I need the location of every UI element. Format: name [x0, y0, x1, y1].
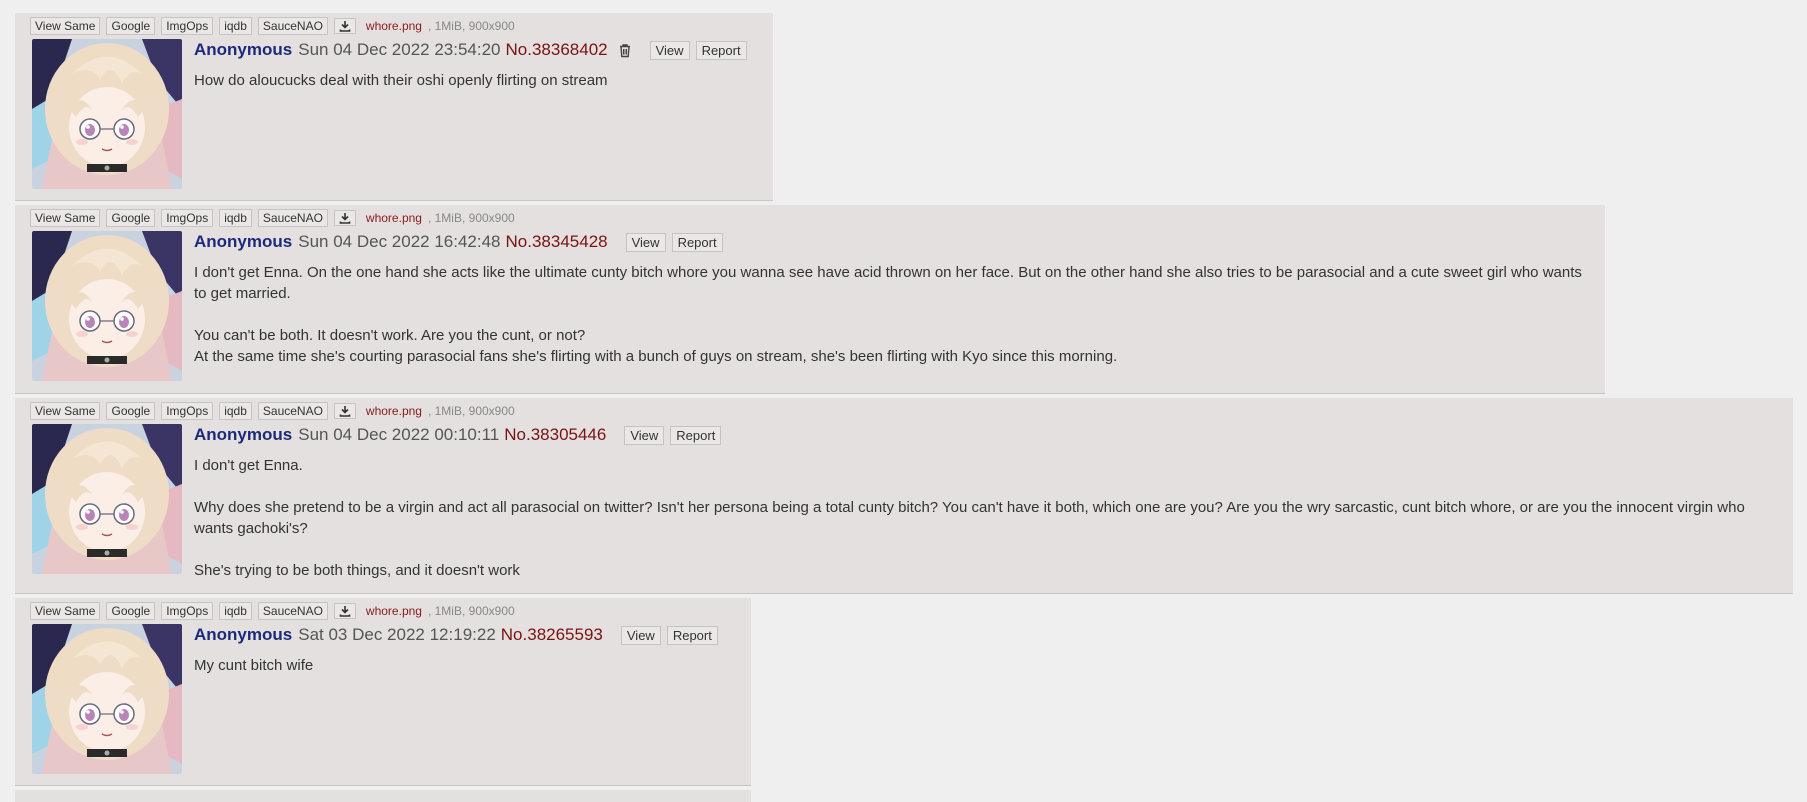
- post: View Same Google ImgOps iqdb SauceNAO wh…: [15, 205, 1605, 394]
- post-thumbnail[interactable]: [32, 231, 182, 381]
- view-same-button[interactable]: View Same: [30, 17, 101, 35]
- post-text-line: I don't get Enna. On the one hand she ac…: [194, 264, 1582, 302]
- post-body: I don't get Enna. Why does she pretend t…: [194, 455, 1779, 581]
- report-button[interactable]: Report: [666, 625, 718, 645]
- post-text-line: She's trying to be both things, and it d…: [194, 562, 520, 579]
- saucenao-button[interactable]: SauceNAO: [257, 402, 328, 420]
- post-header: Anonymous Sun 04 Dec 2022 23:54:20 No.38…: [194, 40, 747, 60]
- trash-icon[interactable]: [618, 43, 632, 58]
- post-thumbnail[interactable]: [32, 624, 182, 774]
- post-body: My cunt bitch wife: [194, 655, 737, 676]
- post-author: Anonymous: [194, 40, 293, 59]
- download-icon: [339, 21, 351, 32]
- saucenao-button[interactable]: SauceNAO: [257, 209, 328, 227]
- file-name-link[interactable]: whore.png: [366, 211, 422, 225]
- imgops-button[interactable]: ImgOps: [161, 602, 214, 620]
- post-text-line: How do aloucucks deal with their oshi op…: [194, 72, 608, 89]
- view-button[interactable]: View: [625, 232, 666, 252]
- view-same-button[interactable]: View Same: [30, 402, 101, 420]
- google-button[interactable]: Google: [106, 209, 156, 227]
- imgops-button[interactable]: ImgOps: [161, 209, 214, 227]
- file-meta: , 1MiB, 900x900: [427, 211, 515, 225]
- post-text-line: I don't get Enna.: [194, 457, 303, 474]
- post-feed: View Same Google ImgOps iqdb SauceNAO wh…: [0, 0, 1807, 802]
- post-number-link[interactable]: No.38265593: [501, 625, 603, 645]
- download-icon: [339, 606, 351, 617]
- image-toolbar: View Same Google ImgOps iqdb SauceNAO wh…: [30, 17, 515, 35]
- imgops-button[interactable]: ImgOps: [161, 17, 214, 35]
- file-name-link[interactable]: whore.png: [366, 19, 422, 33]
- post-header: Anonymous Sun 04 Dec 2022 16:42:48 No.38…: [194, 232, 723, 252]
- iqdb-button[interactable]: iqdb: [219, 209, 252, 227]
- image-toolbar: View Same Google ImgOps iqdb SauceNAO wh…: [30, 602, 515, 620]
- image-toolbar: View Same Google ImgOps iqdb SauceNAO wh…: [30, 209, 515, 227]
- post-header: Anonymous Sat 03 Dec 2022 12:19:22 No.38…: [194, 625, 718, 645]
- download-icon: [339, 406, 351, 417]
- image-toolbar: View Same Google ImgOps iqdb SauceNAO wh…: [30, 402, 515, 420]
- imgops-button[interactable]: ImgOps: [161, 402, 214, 420]
- post-text-line: Why does she pretend to be a virgin and …: [194, 499, 1745, 537]
- post-number-link[interactable]: No.38345428: [506, 232, 608, 252]
- google-button[interactable]: Google: [106, 17, 156, 35]
- post: View Same Google ImgOps iqdb SauceNAO wh…: [15, 398, 1793, 594]
- post-author: Anonymous: [194, 425, 293, 444]
- iqdb-button[interactable]: iqdb: [219, 602, 252, 620]
- post-number-link[interactable]: No.38368402: [506, 40, 608, 60]
- google-button[interactable]: Google: [106, 602, 156, 620]
- view-button[interactable]: View: [620, 625, 661, 645]
- saucenao-button[interactable]: SauceNAO: [257, 602, 328, 620]
- file-meta: , 1MiB, 900x900: [427, 604, 515, 618]
- post-body: How do aloucucks deal with their oshi op…: [194, 70, 759, 91]
- view-button[interactable]: View: [624, 425, 665, 445]
- view-same-button[interactable]: View Same: [30, 209, 101, 227]
- post-number-link[interactable]: No.38305446: [504, 425, 606, 445]
- file-name-link[interactable]: whore.png: [366, 604, 422, 618]
- file-meta: , 1MiB, 900x900: [427, 404, 515, 418]
- download-button[interactable]: [333, 403, 356, 419]
- report-button[interactable]: Report: [695, 40, 747, 60]
- post-date: Sun 04 Dec 2022 23:54:20: [298, 40, 501, 59]
- post-text-line: You can't be both. It doesn't work. Are …: [194, 327, 586, 344]
- post-thumbnail[interactable]: [32, 424, 182, 574]
- saucenao-button[interactable]: SauceNAO: [257, 17, 328, 35]
- post-thumbnail[interactable]: [32, 39, 182, 189]
- post: View Same Google ImgOps iqdb SauceNAO wh…: [15, 598, 751, 786]
- file-meta: , 1MiB, 900x900: [427, 19, 515, 33]
- iqdb-button[interactable]: iqdb: [219, 402, 252, 420]
- post-author: Anonymous: [194, 625, 293, 644]
- post-body: I don't get Enna. On the one hand she ac…: [194, 262, 1591, 367]
- iqdb-button[interactable]: iqdb: [219, 17, 252, 35]
- report-button[interactable]: Report: [671, 232, 723, 252]
- post: View Same Google ImgOps iqdb SauceNAO wh…: [15, 13, 773, 201]
- avatar-illustration: [32, 39, 182, 189]
- view-same-button[interactable]: View Same: [30, 602, 101, 620]
- view-button[interactable]: View: [649, 40, 690, 60]
- avatar-illustration: [32, 231, 182, 381]
- post-date: Sun 04 Dec 2022 16:42:48: [298, 232, 501, 251]
- report-button[interactable]: Report: [670, 425, 722, 445]
- google-button[interactable]: Google: [106, 402, 156, 420]
- download-icon: [339, 213, 351, 224]
- post-date: Sun 04 Dec 2022 00:10:11: [298, 425, 500, 444]
- download-button[interactable]: [333, 18, 356, 34]
- file-name-link[interactable]: whore.png: [366, 404, 422, 418]
- post-text-line: At the same time she's courting parasoci…: [194, 348, 1118, 365]
- download-button[interactable]: [333, 210, 356, 226]
- post-author: Anonymous: [194, 232, 293, 251]
- avatar-illustration: [32, 424, 182, 574]
- post-date: Sat 03 Dec 2022 12:19:22: [298, 625, 496, 644]
- post-header: Anonymous Sun 04 Dec 2022 00:10:11 No.38…: [194, 425, 722, 445]
- avatar-illustration: [32, 624, 182, 774]
- post-text-line: My cunt bitch wife: [194, 657, 314, 674]
- post-partial: [15, 790, 751, 802]
- download-button[interactable]: [333, 603, 356, 619]
